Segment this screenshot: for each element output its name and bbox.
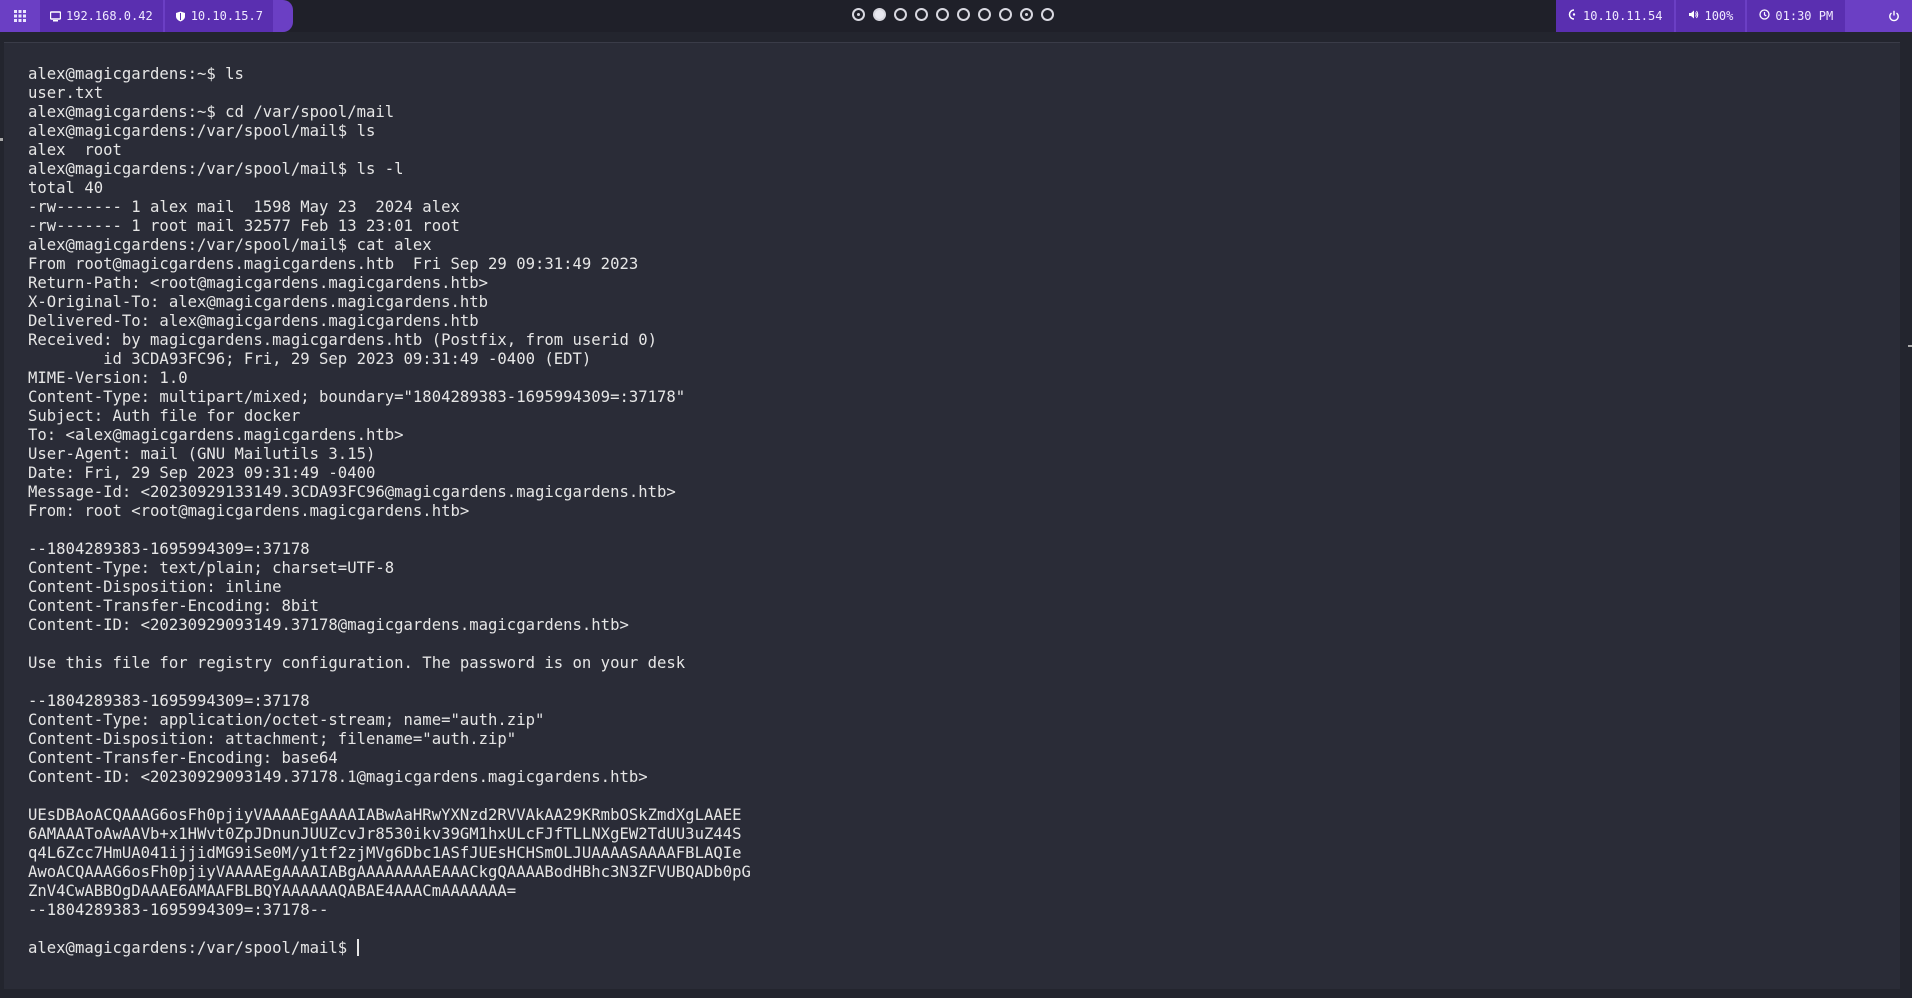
workspace-6-dot[interactable]: [957, 8, 970, 21]
terminal-line: Return-Path: <root@magicgardens.magicgar…: [28, 274, 489, 292]
target-ip-label: 10.10.11.54: [1583, 9, 1663, 23]
terminal-lines: alex@magicgardens:~$ ls user.txt alex@ma…: [28, 65, 751, 919]
workspace-indicators: [852, 8, 1062, 21]
terminal-line: To: <alex@magicgardens.magicgardens.htb>: [28, 426, 404, 444]
target-icon: [1568, 9, 1578, 23]
right-edge-marker: [1908, 345, 1912, 347]
volume-label: 100%: [1704, 9, 1734, 23]
terminal-line: UEsDBAoACQAAAG6osFh0pjiyVAAAAEgAAAAIABwA…: [28, 806, 742, 824]
shield-icon: [175, 11, 186, 22]
terminal-line: Message-Id: <20230929133149.3CDA93FC96@m…: [28, 483, 676, 501]
local-ip-label: 192.168.0.42: [66, 9, 153, 23]
vpn-ip-item[interactable]: 10.10.15.7: [164, 0, 273, 32]
top-bar: 192.168.0.42 10.10.15.7 10.10.11.54 100%…: [0, 0, 1912, 32]
terminal-line: Content-Type: text/plain; charset=UTF-8: [28, 559, 395, 577]
clock-item[interactable]: 01:30 PM: [1747, 0, 1846, 32]
terminal-line: alex@magicgardens:/var/spool/mail$ cat a…: [28, 236, 432, 254]
workspace-2-dot[interactable]: [873, 8, 886, 21]
local-ip-item[interactable]: 192.168.0.42: [40, 0, 163, 32]
workspace-10-dot[interactable]: [1041, 8, 1054, 21]
terminal-line: Subject: Auth file for docker: [28, 407, 301, 425]
terminal-line: Content-Transfer-Encoding: base64: [28, 749, 338, 767]
terminal-prompt: alex@magicgardens:/var/spool/mail$: [28, 939, 357, 957]
terminal-line: --1804289383-1695994309=:37178: [28, 692, 310, 710]
terminal-line: Content-ID: <20230929093149.37178@magicg…: [28, 616, 629, 634]
workspace-3-dot[interactable]: [894, 8, 907, 21]
workspace-5-dot[interactable]: [936, 8, 949, 21]
workspace-4-dot[interactable]: [915, 8, 928, 21]
terminal-line: alex@magicgardens:/var/spool/mail$ ls -l: [28, 160, 404, 178]
terminal-line: From root@magicgardens.magicgardens.htb …: [28, 255, 639, 273]
clock-label: 01:30 PM: [1775, 9, 1834, 23]
terminal-line: user.txt: [28, 84, 104, 102]
workspace-8-dot[interactable]: [999, 8, 1012, 21]
terminal-line: User-Agent: mail (GNU Mailutils 3.15): [28, 445, 376, 463]
left-status-pill: 192.168.0.42 10.10.15.7: [0, 0, 293, 32]
target-ip-item[interactable]: 10.10.11.54: [1556, 0, 1675, 32]
terminal-line: Content-Type: application/octet-stream; …: [28, 711, 545, 729]
left-edge-marker: [0, 138, 3, 141]
terminal-line: Date: Fri, 29 Sep 2023 09:31:49 -0400: [28, 464, 376, 482]
terminal-line: --1804289383-1695994309=:37178--: [28, 901, 329, 919]
display-icon: [49, 10, 62, 22]
terminal-line: 6AMAAAToAwAAVb+x1HWvt0ZpJDnunJUUZcvJr853…: [28, 825, 742, 843]
terminal-line: q4L6Zcc7HmUA041ijjidMG9iSe0M/y1tf2zjMVg6…: [28, 844, 742, 862]
workspace-9-dot[interactable]: [1020, 8, 1033, 21]
terminal-line: Content-Transfer-Encoding: 8bit: [28, 597, 320, 615]
terminal-line: MIME-Version: 1.0: [28, 369, 188, 387]
terminal-line: total 40: [28, 179, 104, 197]
power-icon[interactable]: [1876, 0, 1912, 32]
terminal-line: alex@magicgardens:/var/spool/mail$ ls: [28, 122, 376, 140]
terminal-line: ZnV4CwABBOgDAAAE6AMAAFBLBQYAAAAAAQABAE4A…: [28, 882, 517, 900]
volume-item[interactable]: 100%: [1676, 0, 1746, 32]
terminal-line: Delivered-To: alex@magicgardens.magicgar…: [28, 312, 479, 330]
terminal-line: alex@magicgardens:~$ cd /var/spool/mail: [28, 103, 395, 121]
terminal-line: Received: by magicgardens.magicgardens.h…: [28, 331, 658, 349]
terminal-line: Use this file for registry configuration…: [28, 654, 686, 672]
workspace-7-dot[interactable]: [978, 8, 991, 21]
apps-menu-icon[interactable]: [0, 0, 40, 32]
terminal-line: Content-ID: <20230929093149.37178.1@magi…: [28, 768, 648, 786]
terminal-line: -rw------- 1 alex mail 1598 May 23 2024 …: [28, 198, 460, 216]
text-cursor: [356, 939, 359, 956]
terminal-line: Content-Disposition: inline: [28, 578, 282, 596]
terminal-output: alex@magicgardens:~$ ls user.txt alex@ma…: [4, 43, 1900, 958]
clock-icon: [1759, 9, 1771, 23]
right-status-pill: 10.10.11.54 100% 01:30 PM: [1556, 0, 1912, 32]
volume-icon: [1688, 9, 1699, 23]
terminal-line: alex root: [28, 141, 122, 159]
terminal-line: Content-Disposition: attachment; filenam…: [28, 730, 517, 748]
workspace-1-dot[interactable]: [852, 8, 865, 21]
terminal-line: AwoACQAAAG6osFh0pjiyVAAAAEgAAAAIABgAAAAA…: [28, 863, 751, 881]
terminal-line: --1804289383-1695994309=:37178: [28, 540, 310, 558]
terminal-line: alex@magicgardens:~$ ls: [28, 65, 244, 83]
vpn-ip-label: 10.10.15.7: [190, 9, 263, 23]
terminal-line: X-Original-To: alex@magicgardens.magicga…: [28, 293, 489, 311]
terminal-line: -rw------- 1 root mail 32577 Feb 13 23:0…: [28, 217, 460, 235]
terminal-line: Content-Type: multipart/mixed; boundary=…: [28, 388, 686, 406]
terminal-line: id 3CDA93FC96; Fri, 29 Sep 2023 09:31:49…: [103, 350, 592, 368]
terminal-line: From: root <root@magicgardens.magicgarde…: [28, 502, 470, 520]
terminal-window[interactable]: alex@magicgardens:~$ ls user.txt alex@ma…: [4, 42, 1900, 989]
